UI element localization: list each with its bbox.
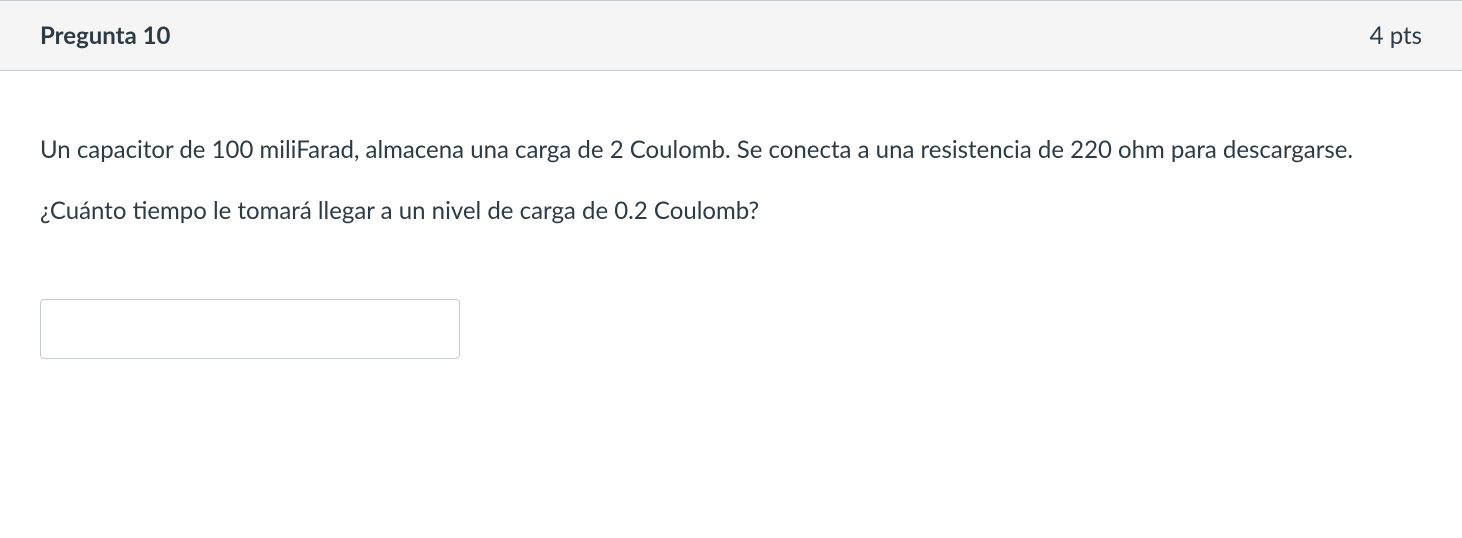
question-header: Pregunta 10 4 pts — [0, 1, 1462, 71]
question-paragraph-1: Un capacitor de 100 miliFarad, almacena … — [40, 131, 1422, 168]
question-title: Pregunta 10 — [40, 21, 170, 50]
question-points: 4 pts — [1370, 21, 1422, 50]
answer-input[interactable] — [40, 299, 460, 359]
question-body: Un capacitor de 100 miliFarad, almacena … — [0, 71, 1462, 399]
question-paragraph-2: ¿Cuánto tiempo le tomará llegar a un niv… — [40, 192, 1422, 229]
answer-area — [40, 299, 1422, 359]
question-container: Pregunta 10 4 pts Un capacitor de 100 mi… — [0, 0, 1462, 399]
